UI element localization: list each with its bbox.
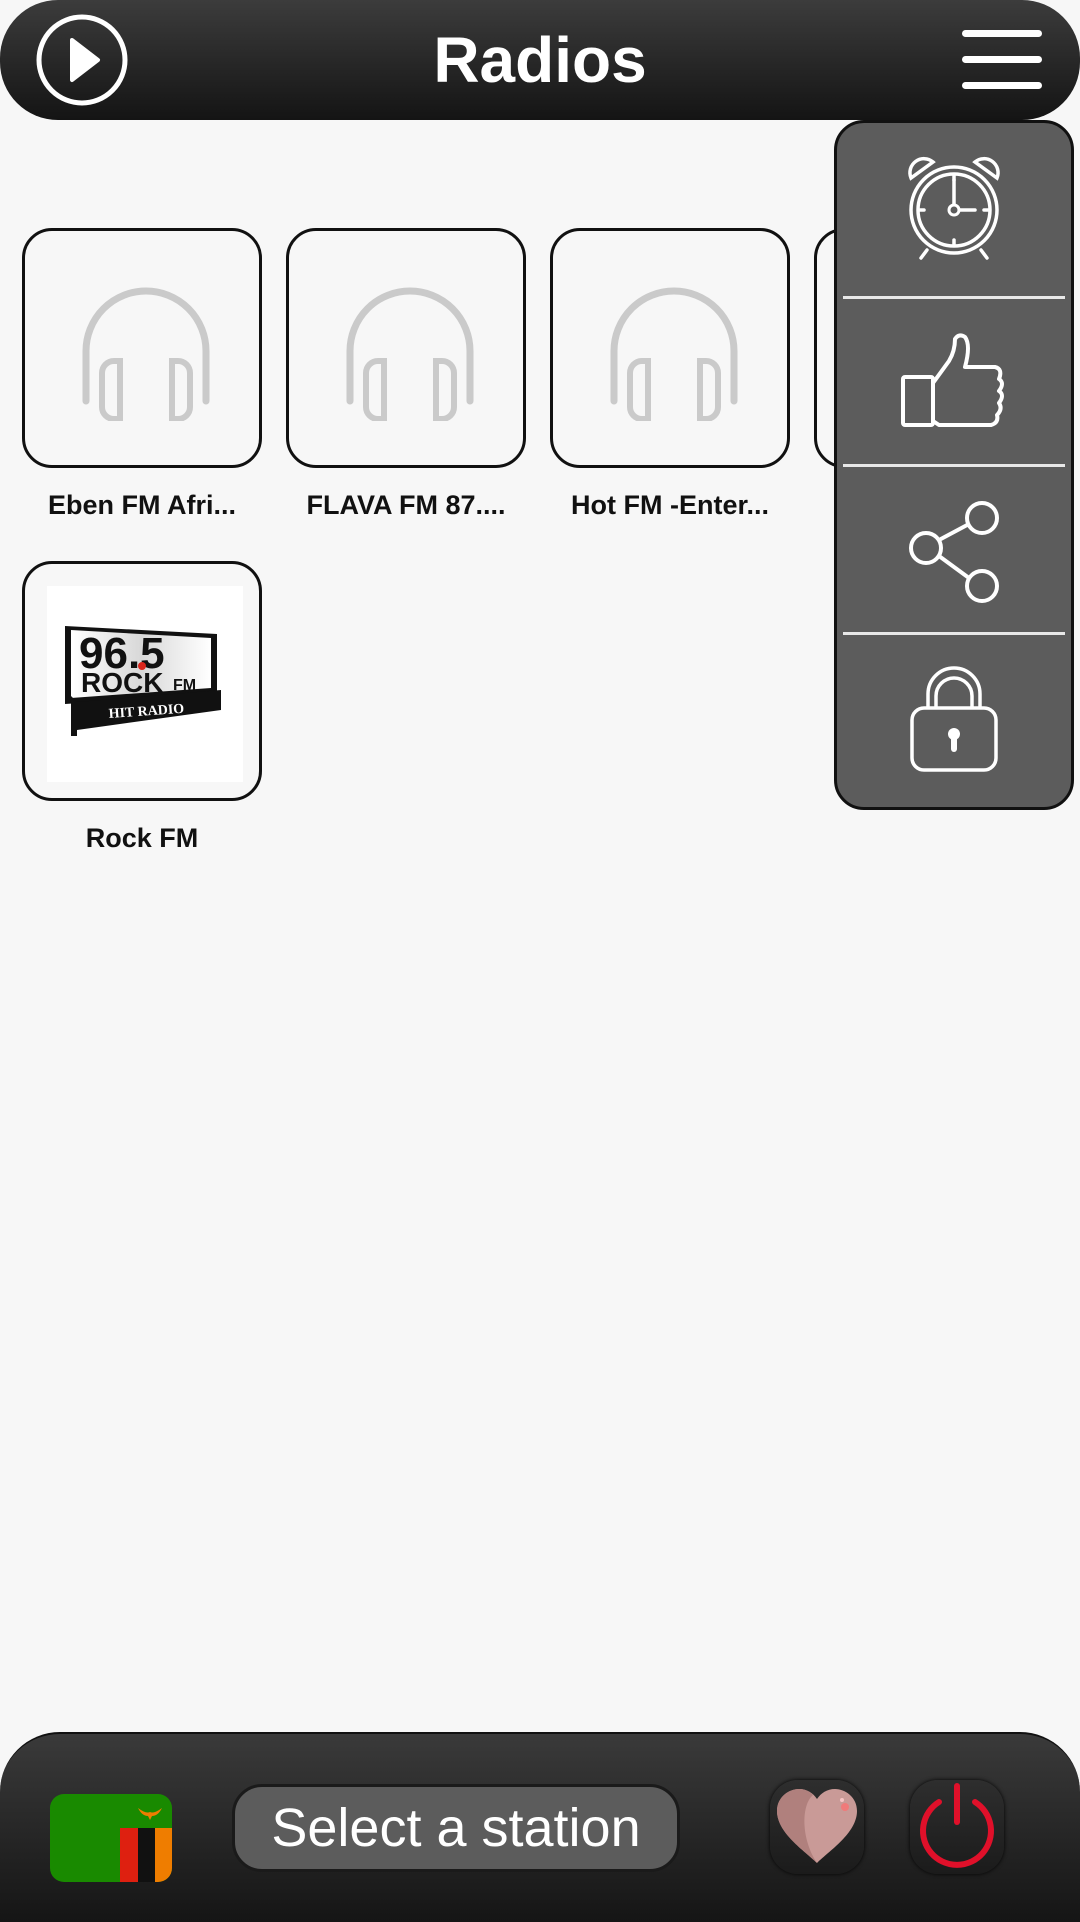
share-menu-item[interactable] xyxy=(837,467,1071,635)
station-name: FLAVA FM 87.... xyxy=(306,490,506,520)
overflow-menu xyxy=(834,120,1074,810)
lock-icon xyxy=(910,666,998,772)
headphones-icon xyxy=(346,287,474,421)
power-button[interactable] xyxy=(910,1780,1004,1874)
favorite-button[interactable] xyxy=(770,1780,864,1874)
station-image[interactable] xyxy=(22,228,262,468)
station-image[interactable] xyxy=(286,228,526,468)
alarm-clock-icon xyxy=(908,156,1000,260)
thumbs-up-icon xyxy=(901,333,1004,427)
headphones-icon xyxy=(82,287,210,421)
sleep-timer-menu-item[interactable] xyxy=(837,123,1071,291)
logo-rock: ROCK xyxy=(81,667,163,698)
station-name: Eben FM Afri... xyxy=(48,490,236,520)
rate-app-menu-item[interactable] xyxy=(837,299,1071,467)
station-name: Rock FM xyxy=(85,823,199,853)
menu-button[interactable] xyxy=(960,28,1044,92)
country-selector[interactable] xyxy=(50,1794,172,1882)
top-app-bar: Radios xyxy=(0,0,1080,120)
power-icon xyxy=(920,1783,994,1868)
logo-fm: FM xyxy=(173,677,196,694)
station-image[interactable] xyxy=(550,228,790,468)
privacy-menu-item[interactable] xyxy=(837,635,1071,803)
heart-icon xyxy=(777,1789,857,1863)
hamburger-menu-icon xyxy=(962,30,1042,89)
bottom-player-bar: Select a station xyxy=(0,1732,1080,1922)
current-station-label[interactable]: Select a station xyxy=(232,1784,680,1872)
zambia-flag-icon xyxy=(50,1794,172,1882)
headphones-icon xyxy=(610,287,738,421)
station-image[interactable]: 96.5 ROCK FM HIT RADIO xyxy=(22,561,262,801)
station-name: Hot FM -Enter... xyxy=(571,490,769,520)
page-title: Radios xyxy=(433,24,647,96)
rock-fm-logo: 96.5 ROCK FM HIT RADIO xyxy=(47,586,243,782)
share-icon xyxy=(909,501,999,603)
